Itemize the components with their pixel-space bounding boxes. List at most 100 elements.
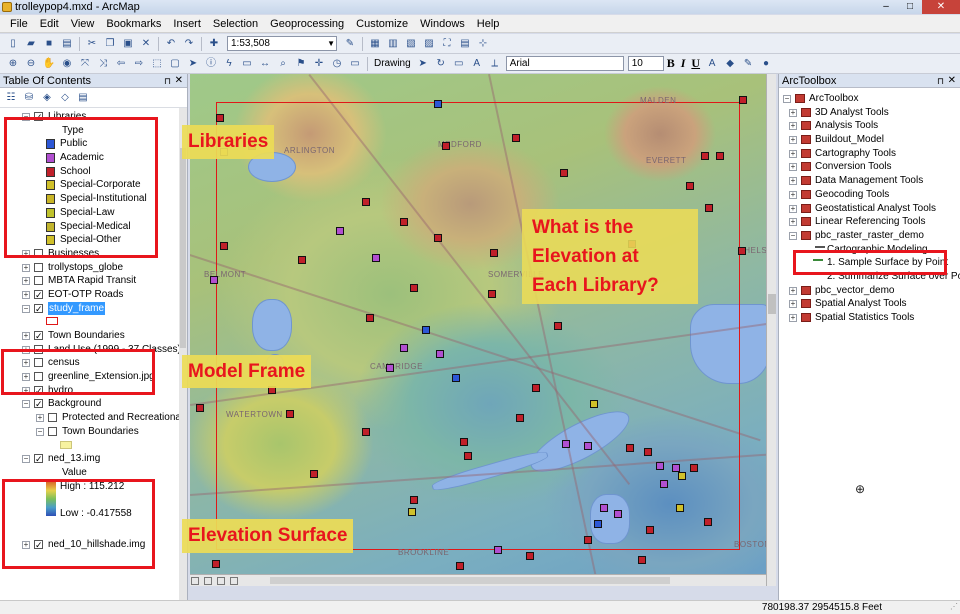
library-point[interactable] (366, 314, 374, 322)
search-window-icon[interactable]: ▥ (386, 37, 400, 51)
editor-toolbar-icon[interactable]: ✎ (343, 37, 357, 51)
clear-selection-icon[interactable]: ▢ (168, 57, 182, 71)
layer-label[interactable]: Town Boundaries (48, 329, 125, 343)
underline-button[interactable]: U (691, 56, 700, 71)
menu-geoprocessing[interactable]: Geoprocessing (264, 18, 350, 30)
library-point[interactable] (196, 404, 204, 412)
library-point[interactable] (410, 284, 418, 292)
map-view[interactable]: MEDFORD MALDEN EVERETT BELMONT SOMERVILL… (190, 74, 766, 586)
expand-icon[interactable]: + (789, 177, 797, 186)
toolbox-label[interactable]: Geocoding Tools (815, 188, 889, 202)
find-route-icon[interactable]: ⚑ (294, 57, 308, 71)
expand-icon[interactable]: + (22, 290, 30, 299)
menu-file[interactable]: File (4, 18, 34, 30)
menu-view[interactable]: View (65, 18, 101, 30)
expand-icon[interactable]: + (22, 332, 30, 340)
delete-icon[interactable]: ✕ (139, 37, 153, 51)
layer-checkbox[interactable] (34, 262, 43, 272)
open-folder-icon[interactable]: ▰ (24, 37, 38, 51)
fixed-zoom-in-icon[interactable]: ⤧ (78, 57, 92, 71)
toolbox-label[interactable]: Cartography Tools (815, 147, 896, 161)
html-popup-icon[interactable]: ▭ (240, 57, 254, 71)
library-point[interactable] (660, 480, 668, 488)
library-point[interactable] (464, 452, 472, 460)
line-color-icon[interactable]: ✎ (741, 57, 755, 71)
library-point[interactable] (562, 440, 570, 448)
toc-row-bg-town-boundaries[interactable]: − Town Boundaries (0, 425, 180, 439)
select-elements-icon[interactable]: ➤ (186, 57, 200, 71)
scrollbar-thumb[interactable] (180, 148, 186, 348)
data-view-icon[interactable] (191, 577, 199, 585)
toolbox-item[interactable]: +3D Analyst Tools (779, 106, 960, 120)
library-point[interactable] (686, 182, 694, 190)
menu-help[interactable]: Help (471, 18, 506, 30)
rotate-icon[interactable]: ↻ (434, 57, 448, 71)
viewer-window-icon[interactable]: ▭ (348, 57, 362, 71)
toolbox-item[interactable]: + Analysis Tools (779, 119, 960, 133)
toolbox-label[interactable]: Buildout_Model (815, 133, 884, 147)
group-layer-label[interactable]: Background (48, 397, 101, 411)
library-point[interactable] (336, 227, 344, 235)
collapse-icon[interactable]: − (783, 95, 791, 103)
library-point[interactable] (488, 290, 496, 298)
library-point[interactable] (460, 438, 468, 446)
expand-icon[interactable]: + (789, 300, 797, 309)
library-point[interactable] (216, 114, 224, 122)
arctoolbox-window-icon[interactable]: ▧ (404, 37, 418, 51)
menu-edit[interactable]: Edit (34, 18, 65, 30)
toc-row-town-boundaries[interactable]: + ✓ Town Boundaries (0, 329, 180, 343)
collapse-icon[interactable]: − (36, 427, 44, 436)
toolbox-label[interactable]: Conversion Tools (815, 160, 892, 174)
add-data-icon[interactable]: ✚ (207, 37, 221, 51)
layer-checkbox[interactable] (48, 426, 57, 436)
toolbox-item[interactable]: + Geostatistical Analyst Tools (779, 202, 960, 216)
pin-icon[interactable]: ⊓ (164, 74, 171, 88)
close-button[interactable]: ✕ (922, 0, 960, 14)
toc-window-icon[interactable]: ▤ (458, 37, 472, 51)
menu-customize[interactable]: Customize (350, 18, 414, 30)
toolbox-label[interactable]: Geostatistical Analyst Tools (815, 202, 936, 216)
toc-row-background[interactable]: − ✓ Background (0, 397, 180, 411)
toolbox-label[interactable]: Spatial Analyst Tools (815, 297, 907, 311)
library-point[interactable] (526, 552, 534, 560)
toolbox-label[interactable]: pbc_vector_demo (815, 284, 895, 298)
library-point[interactable] (656, 462, 664, 470)
menu-windows[interactable]: Windows (414, 18, 471, 30)
library-point[interactable] (512, 134, 520, 142)
library-point[interactable] (210, 276, 218, 284)
measure-icon[interactable]: ↔ (258, 57, 272, 71)
library-point[interactable] (739, 96, 747, 104)
library-point[interactable] (372, 254, 380, 262)
library-point[interactable] (646, 526, 654, 534)
library-point[interactable] (690, 464, 698, 472)
library-point[interactable] (490, 249, 498, 257)
redo-icon[interactable]: ↷ (182, 37, 196, 51)
identify-icon[interactable]: ⓘ (204, 57, 218, 71)
full-extent-icon[interactable]: ◉ (60, 57, 74, 71)
toolbox-item[interactable]: + Spatial Analyst Tools (779, 297, 960, 311)
layer-label[interactable]: trollystops_globe (48, 261, 123, 275)
save-icon[interactable]: ■ (42, 37, 56, 51)
library-point[interactable] (408, 508, 416, 516)
zoom-out-icon[interactable]: ⊖ (24, 57, 38, 71)
hyperlink-icon[interactable]: ϟ (222, 57, 236, 71)
edit-vertices-icon[interactable]: ⟂ (488, 57, 502, 71)
options-icon[interactable]: ▤ (76, 91, 90, 105)
minimize-button[interactable]: – (874, 0, 898, 14)
menu-bookmarks[interactable]: Bookmarks (100, 18, 167, 30)
library-point[interactable] (494, 546, 502, 554)
library-point[interactable] (220, 242, 228, 250)
library-point[interactable] (212, 560, 220, 568)
layer-label[interactable]: study_frame (48, 301, 106, 316)
library-point[interactable] (532, 384, 540, 392)
list-by-drawing-order-icon[interactable]: ☷ (4, 91, 18, 105)
library-point[interactable] (676, 504, 684, 512)
toolbox-item-expanded[interactable]: − pbc_raster_raster_demo (779, 229, 960, 243)
expand-icon[interactable]: + (789, 163, 797, 172)
layer-label[interactable]: ned_13.img (48, 452, 100, 466)
expand-icon[interactable]: + (789, 108, 797, 117)
font-color-icon[interactable]: A (705, 57, 719, 71)
library-point[interactable] (442, 142, 450, 150)
collapse-icon[interactable]: − (22, 455, 30, 464)
layer-label[interactable]: Town Boundaries (62, 425, 139, 439)
